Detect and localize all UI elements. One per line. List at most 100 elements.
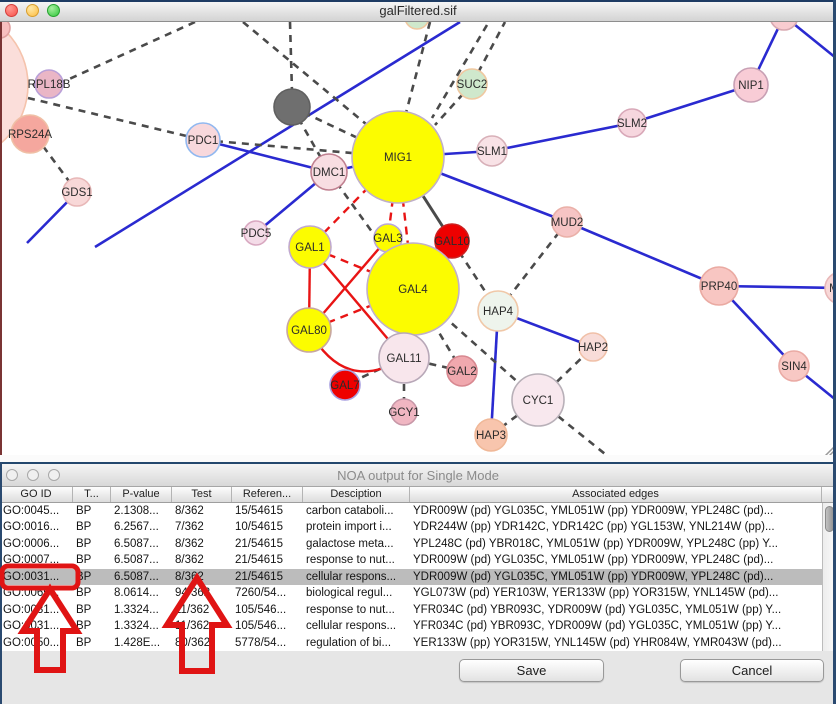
table-cell: response to nut... [303,552,410,568]
node-gray[interactable] [274,89,310,125]
frame-edge-top [0,0,836,2]
node-GAL80-label: GAL80 [291,325,327,337]
node-SIN4-label: SIN4 [781,361,807,373]
node-MUD2-label: MUD2 [551,217,584,229]
table-row-selected[interactable]: GO:0031...BP6.5087...8/36221/54615cellul… [0,569,836,585]
window-gap [0,455,836,462]
table-header: GO IDT...P-valueTestReferen...Desciption… [0,487,836,503]
table-cell: 105/546... [232,602,303,618]
table-cell: 8.0614... [111,585,172,601]
node-HAP2-label: HAP2 [578,342,608,354]
table-cell: BP [73,585,111,601]
table-cell: YDR009W (pd) YGL035C, YML051W (pp) YDR00… [410,503,822,519]
graph-edge-blue [632,85,751,123]
table-cell: response to nut... [303,602,410,618]
table-row[interactable]: GO:0065...BP8.0614...94/3627260/54...bio… [0,585,836,601]
node-DMC1-label: DMC1 [313,167,346,179]
node-corner-tr[interactable] [770,22,798,30]
network-window-title: galFiltered.sif [0,3,836,18]
table-cell: YDR244W (pp) YDR142C, YDR142C (pp) YGL15… [410,519,822,535]
node-CYC1-label: CYC1 [523,395,554,407]
node-SLM1-label: SLM1 [477,146,507,158]
graph-edge-blue [492,123,632,151]
column-header-t[interactable]: T... [73,487,111,502]
table-cell: GO:0045... [0,503,73,519]
table-row[interactable]: GO:0016...BP6.2567...7/36210/54615protei… [0,519,836,535]
node-RPL18B-label: RPL18B [28,79,71,91]
table-cell: 5778/54... [232,635,303,651]
node-HAP4-label: HAP4 [483,306,514,318]
noa-window-titlebar[interactable]: NOA output for Single Mode [0,464,836,487]
node-PRP40-label: PRP40 [701,281,737,293]
node-top-green[interactable] [405,22,429,29]
table-cell: biological regul... [303,585,410,601]
node-GCY1-label: GCY1 [388,407,419,419]
table-cell: 6.5087... [111,552,172,568]
table-cell: 6.5087... [111,569,172,585]
save-button[interactable]: Save [459,659,604,682]
node-GAL1-label: GAL1 [295,242,324,254]
table-cell: BP [73,503,111,519]
table-cell: 7260/54... [232,585,303,601]
table-cell: GO:0006... [0,536,73,552]
table-body: GO:0045...BP2.1308...8/36215/54615carbon… [0,503,836,651]
table-cell: YGL073W (pd) YER103W, YER133W (pp) YOR31… [410,585,822,601]
node-NIP1-label: NIP1 [738,80,764,92]
column-header-go-id[interactable]: GO ID [0,487,73,502]
table-cell: GO:0016... [0,519,73,535]
column-header-referen[interactable]: Referen... [232,487,303,502]
table-cell: YPL248C (pd) YBR018C, YML051W (pp) YDR00… [410,536,822,552]
column-header-test[interactable]: Test [172,487,232,502]
node-HAP3-label: HAP3 [476,430,506,442]
column-header-p-value[interactable]: P-value [111,487,172,502]
table-cell: GO:0031... [0,618,73,634]
table-row[interactable]: GO:0031...BP1.3324...11/362105/546...res… [0,602,836,618]
node-RPS24A-label: RPS24A [8,129,52,141]
table-cell: YER133W (pp) YOR315W, YNL145W (pd) YHR08… [410,635,822,651]
table-cell: BP [73,552,111,568]
table-cell: protein import i... [303,519,410,535]
table-cell: cellular respons... [303,569,410,585]
node-GAL3-label: GAL3 [373,233,402,245]
table-cell: 80/362 [172,635,232,651]
column-header-desciption[interactable]: Desciption [303,487,410,502]
table-cell: GO:0031... [0,602,73,618]
node-SUC2-label: SUC2 [457,79,488,91]
network-canvas[interactable]: RPL18BRPS24AGDS1PDC1MIG1DMC1SUC2SLM1SLM2… [0,22,836,455]
table-cell: YFR034C (pd) YBR093C, YDR009W (pd) YGL03… [410,602,822,618]
frame-edge-left-graph [0,22,2,455]
noa-window-title: NOA output for Single Mode [0,468,836,483]
table-row[interactable]: GO:0006...BP6.5087...8/36221/54615galact… [0,536,836,552]
table-cell: galactose meta... [303,536,410,552]
table-cell: 21/54615 [232,569,303,585]
table-cell: 1.3324... [111,602,172,618]
table-cell: 21/54615 [232,536,303,552]
table-cell: BP [73,602,111,618]
table-cell: 8/362 [172,569,232,585]
table-cell: 8/362 [172,552,232,568]
table-cell: 6.5087... [111,536,172,552]
network-window: galFiltered.sif RPL18BRPS24AGDS1PDC1MIG1… [0,0,836,455]
table-cell: 11/362 [172,602,232,618]
column-header-associated-edges[interactable]: Associated edges [410,487,822,502]
table-cell: cellular respons... [303,618,410,634]
button-panel: Save Cancel [0,651,836,704]
cancel-button[interactable]: Cancel [680,659,824,682]
network-window-titlebar[interactable]: galFiltered.sif [0,0,836,22]
table-row[interactable]: GO:0045...BP2.1308...8/36215/54615carbon… [0,503,836,519]
node-GAL4-label: GAL4 [398,284,428,296]
table-cell: BP [73,635,111,651]
table-cell: 6.2567... [111,519,172,535]
table-row[interactable]: GO:0031...BP1.3324...11/362105/546...cel… [0,618,836,634]
node-GAL11-label: GAL11 [387,353,422,365]
node-MIG1-label: MIG1 [384,152,412,164]
table-row[interactable]: GO:0050...BP1.428E...80/3625778/54...reg… [0,635,836,651]
table-cell: GO:0050... [0,635,73,651]
table-row[interactable]: GO:0007...BP6.5087...8/36221/54615respon… [0,552,836,568]
table-cell: 105/546... [232,618,303,634]
table-cell: regulation of bi... [303,635,410,651]
table-cell: BP [73,569,111,585]
table-cell: 8/362 [172,503,232,519]
table-cell: 21/54615 [232,552,303,568]
node-SLM2-label: SLM2 [617,118,647,130]
